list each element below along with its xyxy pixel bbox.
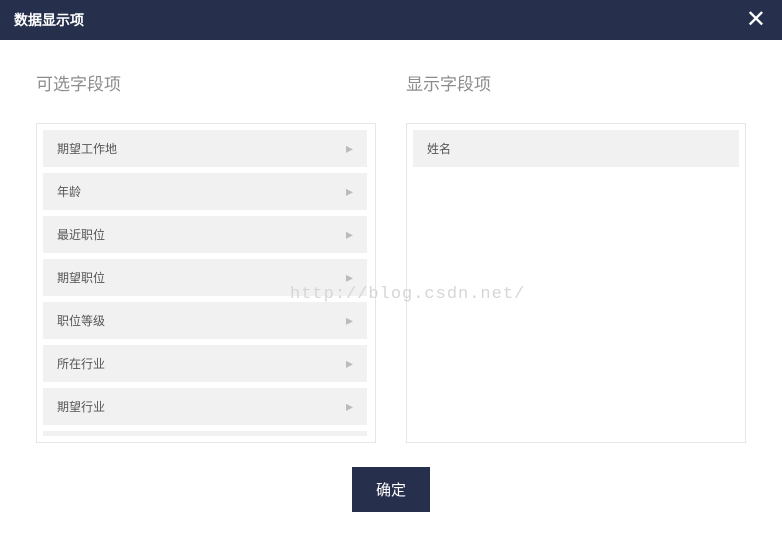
list-item[interactable]: 期望职位 ▸ <box>43 259 367 296</box>
list-item-label: 职位等级 <box>57 312 105 329</box>
available-list-scroll[interactable]: 期望工作地 ▸ 年龄 ▸ 最近职位 ▸ 期望职位 ▸ 职位等级 ▸ <box>43 130 369 436</box>
list-item[interactable]: 年龄 ▸ <box>43 173 367 210</box>
dialog-header: 数据显示项 ✕ <box>0 0 782 40</box>
list-item-label: 最近职位 <box>57 226 105 243</box>
list-item-label: 期望工作地 <box>57 140 117 157</box>
selected-panel-title: 显示字段项 <box>406 70 746 95</box>
chevron-right-icon: ▸ <box>346 312 353 329</box>
list-item-label: 年龄 <box>57 183 81 200</box>
available-panel-title: 可选字段项 <box>36 70 376 95</box>
chevron-right-icon: ▸ <box>346 355 353 372</box>
selected-fields-panel: 显示字段项 姓名 <box>406 70 746 443</box>
list-item[interactable]: 姓名 <box>413 130 739 167</box>
available-fields-panel: 可选字段项 期望工作地 ▸ 年龄 ▸ 最近职位 ▸ 期望职位 ▸ <box>36 70 376 443</box>
list-item-label: 期望职位 <box>57 269 105 286</box>
close-icon[interactable]: ✕ <box>742 8 770 32</box>
dialog-content: 可选字段项 期望工作地 ▸ 年龄 ▸ 最近职位 ▸ 期望职位 ▸ <box>0 40 782 443</box>
chevron-right-icon: ▸ <box>346 398 353 415</box>
chevron-right-icon: ▸ <box>346 183 353 200</box>
list-item[interactable]: 最近职位 ▸ <box>43 216 367 253</box>
list-item[interactable]: 职位等级 ▸ <box>43 302 367 339</box>
dialog-title: 数据显示项 <box>14 10 84 30</box>
chevron-right-icon: ▸ <box>346 140 353 157</box>
chevron-right-icon: ▸ <box>346 226 353 243</box>
list-item[interactable]: 薪资 ▸ <box>43 431 367 436</box>
list-item-label: 期望行业 <box>57 398 105 415</box>
dialog-footer: 确定 <box>0 443 782 512</box>
confirm-button[interactable]: 确定 <box>352 467 430 512</box>
list-item[interactable]: 所在行业 ▸ <box>43 345 367 382</box>
available-list-container: 期望工作地 ▸ 年龄 ▸ 最近职位 ▸ 期望职位 ▸ 职位等级 ▸ <box>36 123 376 443</box>
list-item[interactable]: 期望行业 ▸ <box>43 388 367 425</box>
list-item-label: 所在行业 <box>57 355 105 372</box>
selected-list-container: 姓名 <box>406 123 746 443</box>
list-item-label: 姓名 <box>427 140 451 157</box>
list-item[interactable]: 期望工作地 ▸ <box>43 130 367 167</box>
chevron-right-icon: ▸ <box>346 269 353 286</box>
